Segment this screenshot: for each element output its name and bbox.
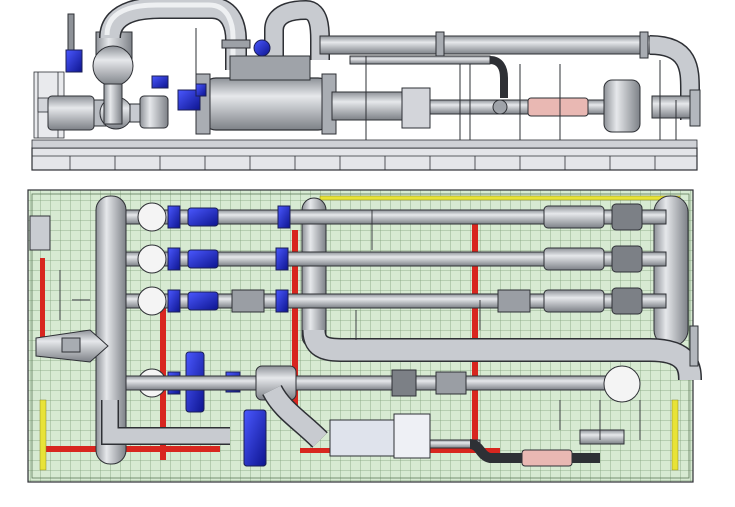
gauge-icon <box>603 365 641 403</box>
vessel-icon <box>603 79 641 133</box>
filter-icon <box>521 449 573 467</box>
flange-icon <box>689 325 699 367</box>
elevation-view <box>31 0 701 171</box>
valve-icon <box>611 203 643 315</box>
piping-skid-drawing <box>0 0 735 507</box>
control-box <box>331 87 431 129</box>
control-panel <box>29 215 51 251</box>
motor-icon <box>243 409 267 467</box>
flange-icon <box>689 89 701 127</box>
skid-base <box>31 139 698 171</box>
horizontal-vessel <box>195 55 337 135</box>
instrument-mast <box>67 13 75 55</box>
filter-icon <box>139 95 169 129</box>
gauge-icon <box>492 99 508 115</box>
filter-icon <box>527 97 589 117</box>
overhead-loop-pipe-2 <box>264 0 330 60</box>
plan-view <box>27 189 702 483</box>
valve-icon <box>65 49 83 73</box>
motor-icon <box>47 95 107 131</box>
